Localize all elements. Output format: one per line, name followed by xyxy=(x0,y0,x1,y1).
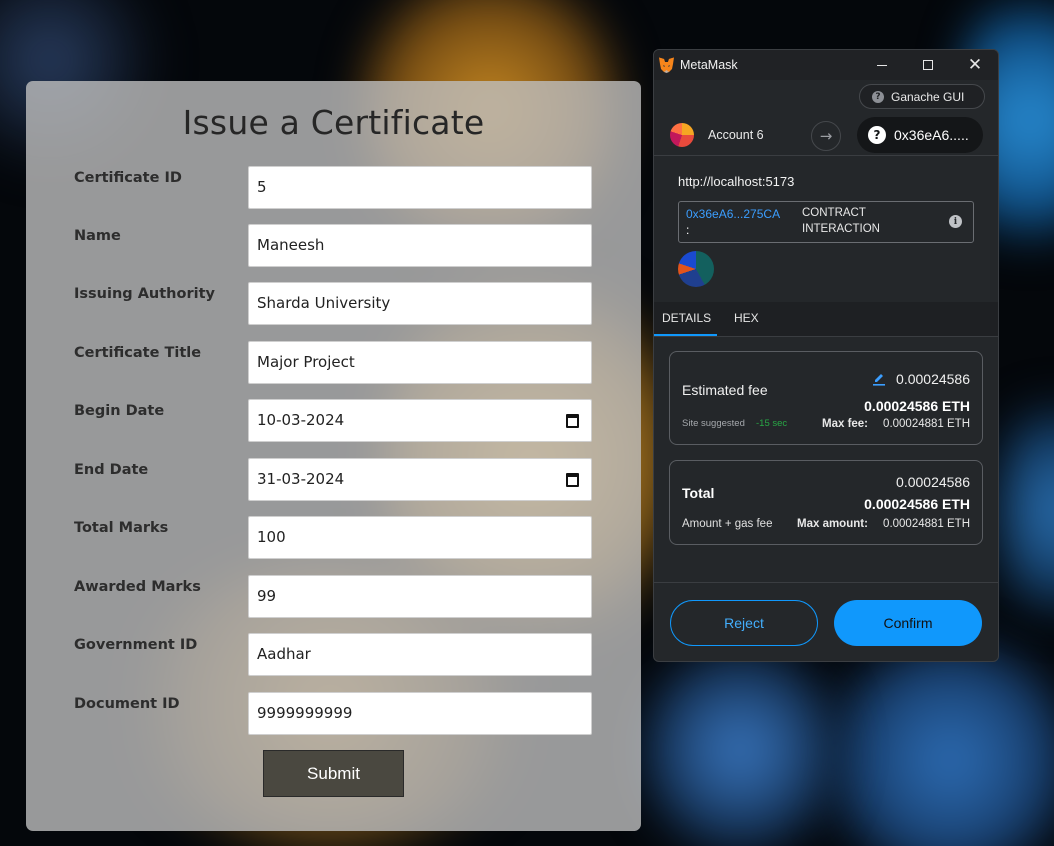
begin-date-label: Begin Date xyxy=(74,403,165,419)
max-amount-value: 0.00024881 ETH xyxy=(883,518,970,530)
max-amount-label: Max amount: xyxy=(797,518,868,530)
arrow-right-icon: → xyxy=(811,121,841,151)
site-suggested-label: Site suggested xyxy=(682,418,745,429)
window-titlebar: MetaMask ✕ xyxy=(654,50,998,80)
government-id-input[interactable]: Aadhar xyxy=(248,633,592,676)
tab-details[interactable]: DETAILS xyxy=(662,311,711,325)
recipient-address: 0x36eA6..... xyxy=(894,127,969,143)
end-date-value: 31-03-2024 xyxy=(257,470,345,488)
issuing-authority-row: Issuing Authority Sharda University xyxy=(26,282,641,326)
begin-date-row: Begin Date 10-03-2024 xyxy=(26,399,641,443)
certificate-id-row: Certificate ID 5 xyxy=(26,166,641,210)
estimated-fee-label: Estimated fee xyxy=(682,382,768,398)
total-amount: 0.00024586 xyxy=(896,474,970,490)
reject-button[interactable]: Reject xyxy=(670,600,818,646)
contract-interaction-box: 0x36eA6...275CA : CONTRACT INTERACTION i xyxy=(678,201,974,243)
help-icon: ? xyxy=(868,126,886,144)
network-selector[interactable]: ? Ganache GUI xyxy=(859,84,985,109)
estimated-fee-amount: 0.00024586 xyxy=(896,371,970,387)
awarded-marks-input[interactable]: 99 xyxy=(248,575,592,618)
close-button[interactable]: ✕ xyxy=(952,50,998,80)
certificate-form: Issue a Certificate Certificate ID 5 Nam… xyxy=(26,81,641,831)
contract-address-link[interactable]: 0x36eA6...275CA xyxy=(686,206,804,222)
help-icon: ? xyxy=(872,90,884,103)
footer-divider xyxy=(654,582,998,583)
minimize-button[interactable] xyxy=(859,50,905,80)
begin-date-input[interactable]: 10-03-2024 xyxy=(248,399,592,442)
minimize-icon xyxy=(877,64,887,66)
info-icon[interactable]: i xyxy=(949,215,962,228)
awarded-marks-row: Awarded Marks 99 xyxy=(26,575,641,619)
end-date-input[interactable]: 31-03-2024 xyxy=(248,458,592,501)
site-origin: http://localhost:5173 xyxy=(678,174,795,189)
calendar-icon[interactable] xyxy=(566,414,579,428)
form-title: Issue a Certificate xyxy=(182,103,485,142)
total-label: Total xyxy=(682,485,715,501)
document-id-row: Document ID 9999999999 xyxy=(26,692,641,736)
document-id-input[interactable]: 9999999999 xyxy=(248,692,592,735)
submit-button[interactable]: Submit xyxy=(263,750,404,797)
name-row: Name Maneesh xyxy=(26,224,641,268)
site-avatar xyxy=(678,251,714,287)
certificate-title-input[interactable]: Major Project xyxy=(248,341,592,384)
edit-icon[interactable] xyxy=(872,372,886,386)
contract-type: CONTRACT INTERACTION xyxy=(802,207,880,235)
details-tabs: DETAILS HEX xyxy=(654,302,998,337)
certificate-title-row: Certificate Title Major Project xyxy=(26,341,641,385)
government-id-row: Government ID Aadhar xyxy=(26,633,641,677)
total-card: Total 0.00024586 0.00024586 ETH Amount +… xyxy=(669,460,983,545)
avatar xyxy=(670,123,694,147)
issuing-authority-input[interactable]: Sharda University xyxy=(248,282,592,325)
end-date-row: End Date 31-03-2024 xyxy=(26,458,641,502)
certificate-id-label: Certificate ID xyxy=(74,170,182,186)
window-title: MetaMask xyxy=(680,58,738,72)
metamask-window: MetaMask ✕ ? Ganache GUI Account 6 → ? 0… xyxy=(653,49,999,662)
certificate-id-input[interactable]: 5 xyxy=(248,166,592,209)
estimated-fee-card: Estimated fee 0.00024586 0.00024586 ETH … xyxy=(669,351,983,445)
certificate-title-label: Certificate Title xyxy=(74,345,202,361)
max-fee-label: Max fee: xyxy=(822,418,869,430)
total-sublabel: Amount + gas fee xyxy=(682,518,773,530)
document-id-label: Document ID xyxy=(74,696,180,712)
close-icon: ✕ xyxy=(967,54,983,75)
recipient-address-pill[interactable]: ? 0x36eA6..... xyxy=(857,117,983,153)
calendar-icon[interactable] xyxy=(566,473,579,487)
max-fee-value: 0.00024881 ETH xyxy=(883,418,970,430)
estimated-fee-eth: 0.00024586 ETH xyxy=(864,398,970,414)
total-marks-input[interactable]: 100 xyxy=(248,516,592,559)
issuing-authority-label: Issuing Authority xyxy=(74,286,215,302)
total-marks-row: Total Marks 100 xyxy=(26,516,641,560)
total-marks-label: Total Marks xyxy=(74,520,169,536)
network-name: Ganache GUI xyxy=(891,89,965,104)
awarded-marks-label: Awarded Marks xyxy=(74,579,201,595)
account-name: Account 6 xyxy=(708,128,764,142)
maximize-icon xyxy=(923,60,933,70)
account-row: Account 6 → ? 0x36eA6..... xyxy=(654,112,998,156)
contract-colon: : xyxy=(686,223,690,237)
begin-date-value: 10-03-2024 xyxy=(257,411,345,429)
maximize-button[interactable] xyxy=(905,50,951,80)
name-label: Name xyxy=(74,228,121,244)
total-eth: 0.00024586 ETH xyxy=(864,496,970,512)
government-id-label: Government ID xyxy=(74,637,198,653)
active-tab-indicator xyxy=(654,334,717,336)
fox-icon xyxy=(659,57,674,73)
end-date-label: End Date xyxy=(74,462,149,478)
name-input[interactable]: Maneesh xyxy=(248,224,592,267)
confirm-button[interactable]: Confirm xyxy=(834,600,982,646)
tab-hex[interactable]: HEX xyxy=(734,311,759,325)
fee-time-estimate: -15 sec xyxy=(756,418,788,429)
